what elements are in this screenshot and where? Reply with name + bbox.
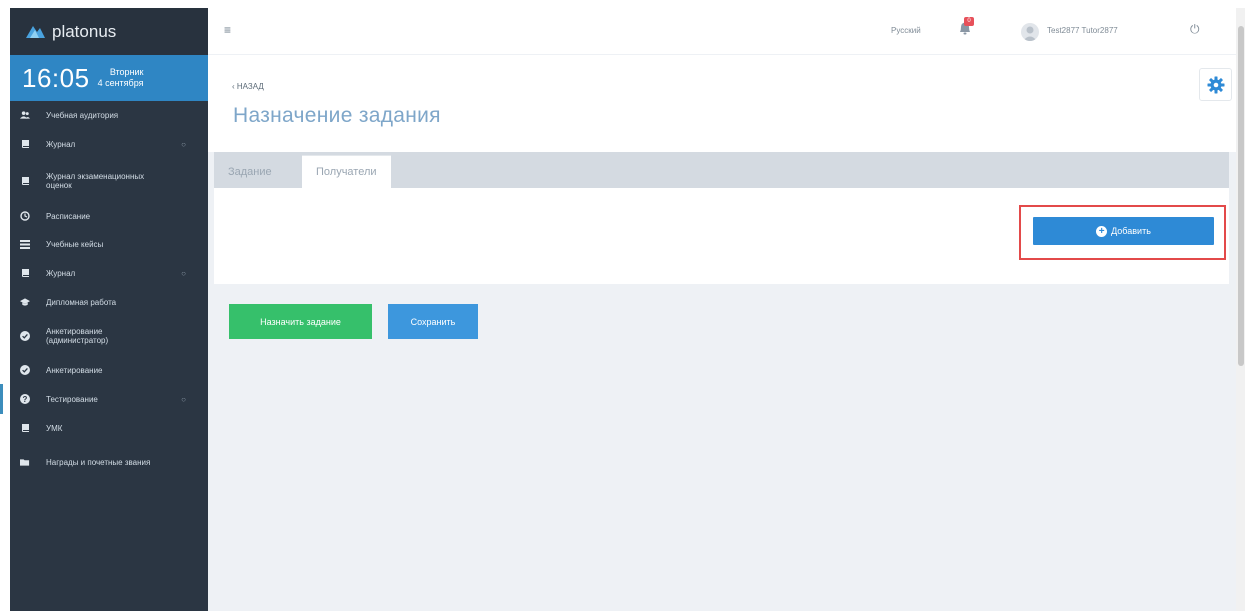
- sidebar-item-classroom[interactable]: Учебная аудитория: [10, 101, 208, 129]
- sidebar-item-label: Анкетирование (администратор): [46, 327, 109, 345]
- page-scrollbar[interactable]: [1236, 8, 1245, 611]
- sidebar-item-label: Журнал экзаменационных оценок: [46, 171, 145, 190]
- sidebar-item-diploma[interactable]: Дипломная работа: [10, 288, 208, 316]
- sidebar-item-label: Дипломная работа: [46, 297, 117, 307]
- add-button[interactable]: + Добавить: [1033, 217, 1214, 245]
- scrollbar-thumb[interactable]: [1238, 26, 1244, 366]
- question-circle-icon: ?: [20, 394, 30, 404]
- sidebar: platonus 16:05 Вторник 4 сентября Учебна…: [0, 8, 208, 611]
- sidebar-item-label: Награды и почетные звания: [46, 457, 151, 467]
- book-icon: [20, 423, 30, 433]
- logo-bar[interactable]: platonus: [10, 8, 208, 55]
- clock-weekday: Вторник: [109, 67, 144, 77]
- sidebar-item-label: Учебная аудитория: [46, 110, 119, 120]
- logout-icon[interactable]: ⏻: [1190, 22, 1200, 37]
- clock-icon: [20, 211, 30, 221]
- svg-text:?: ?: [23, 395, 28, 404]
- assign-task-button[interactable]: Назначить задание: [229, 304, 372, 339]
- settings-button[interactable]: [1199, 68, 1232, 101]
- clock-date: Вторник 4 сентября: [98, 67, 144, 89]
- sidebar-item-label: Тестирование: [46, 394, 98, 404]
- sidebar-item-label: Журнал: [46, 268, 76, 278]
- add-button-label: Добавить: [1111, 226, 1151, 236]
- list-icon: [20, 239, 30, 249]
- tab-assignment[interactable]: Задание: [214, 155, 286, 188]
- main-content: ‹ НАЗАД Назначение задания Задание Получ…: [208, 56, 1245, 611]
- menu-toggle-icon[interactable]: ≡: [224, 23, 231, 37]
- tab-recipients[interactable]: Получатели: [302, 155, 391, 188]
- gear-icon: [1207, 76, 1224, 93]
- sidebar-item-label: Анкетирование: [46, 365, 103, 375]
- save-button[interactable]: Сохранить: [388, 304, 478, 339]
- sidebar-nav: Учебная аудитория Журнал ○ Журнал экзаме…: [0, 101, 208, 482]
- content-header: ‹ НАЗАД Назначение задания: [208, 56, 1245, 152]
- tabs-bar: Задание Получатели: [214, 152, 1229, 188]
- expand-arrow-icon: ○: [181, 268, 186, 278]
- sidebar-item-label: УМК: [46, 423, 63, 433]
- top-header: ≡ Русский 0 Test2877 Tutor2877 ⏻: [208, 8, 1245, 55]
- sidebar-item-schedule[interactable]: Расписание: [10, 202, 208, 230]
- sidebar-item-label: Журнал: [46, 139, 76, 149]
- back-link[interactable]: ‹ НАЗАД: [232, 82, 264, 91]
- folder-icon: [20, 457, 30, 467]
- sidebar-item-testing[interactable]: ? Тестирование ○: [0, 384, 208, 414]
- sidebar-item-exam-journal[interactable]: Журнал экзаменационных оценок: [10, 159, 208, 202]
- user-name[interactable]: Test2877 Tutor2877: [1047, 26, 1118, 35]
- check-circle-icon: [20, 365, 30, 375]
- language-selector[interactable]: Русский: [891, 26, 921, 35]
- clock-day: 4 сентября: [97, 78, 144, 88]
- sidebar-item-umk[interactable]: УМК: [10, 414, 208, 442]
- sidebar-item-label: Расписание: [46, 211, 91, 221]
- sidebar-item-survey-admin[interactable]: Анкетирование (администратор): [10, 316, 208, 356]
- check-circle-icon: [20, 331, 30, 341]
- sidebar-item-journal-2[interactable]: Журнал ○: [10, 258, 208, 288]
- sidebar-item-cases[interactable]: Учебные кейсы: [10, 230, 208, 258]
- expand-arrow-icon: ○: [181, 139, 186, 149]
- platonus-logo-icon: [26, 25, 45, 38]
- sidebar-item-label: Учебные кейсы: [46, 239, 104, 249]
- expand-arrow-icon: ○: [181, 394, 186, 404]
- users-icon: [20, 110, 30, 120]
- plus-circle-icon: +: [1096, 225, 1108, 237]
- clock-widget: 16:05 Вторник 4 сентября: [10, 55, 208, 101]
- brand-name: platonus: [52, 21, 117, 41]
- graduation-cap-icon: [20, 297, 30, 307]
- sidebar-item-journal[interactable]: Журнал ○: [10, 129, 208, 159]
- book-icon: [20, 268, 30, 278]
- clock-time: 16:05: [22, 62, 90, 93]
- page-title: Назначение задания: [233, 104, 441, 127]
- avatar[interactable]: [1021, 23, 1039, 41]
- highlight-frame: + Добавить: [1019, 205, 1226, 260]
- sidebar-item-survey[interactable]: Анкетирование: [10, 356, 208, 384]
- recipients-panel: + Добавить: [214, 188, 1229, 284]
- sidebar-item-awards[interactable]: Награды и почетные звания: [10, 442, 208, 482]
- book-icon: [20, 139, 30, 149]
- notification-badge: 0: [964, 17, 974, 26]
- book-icon: [20, 176, 30, 186]
